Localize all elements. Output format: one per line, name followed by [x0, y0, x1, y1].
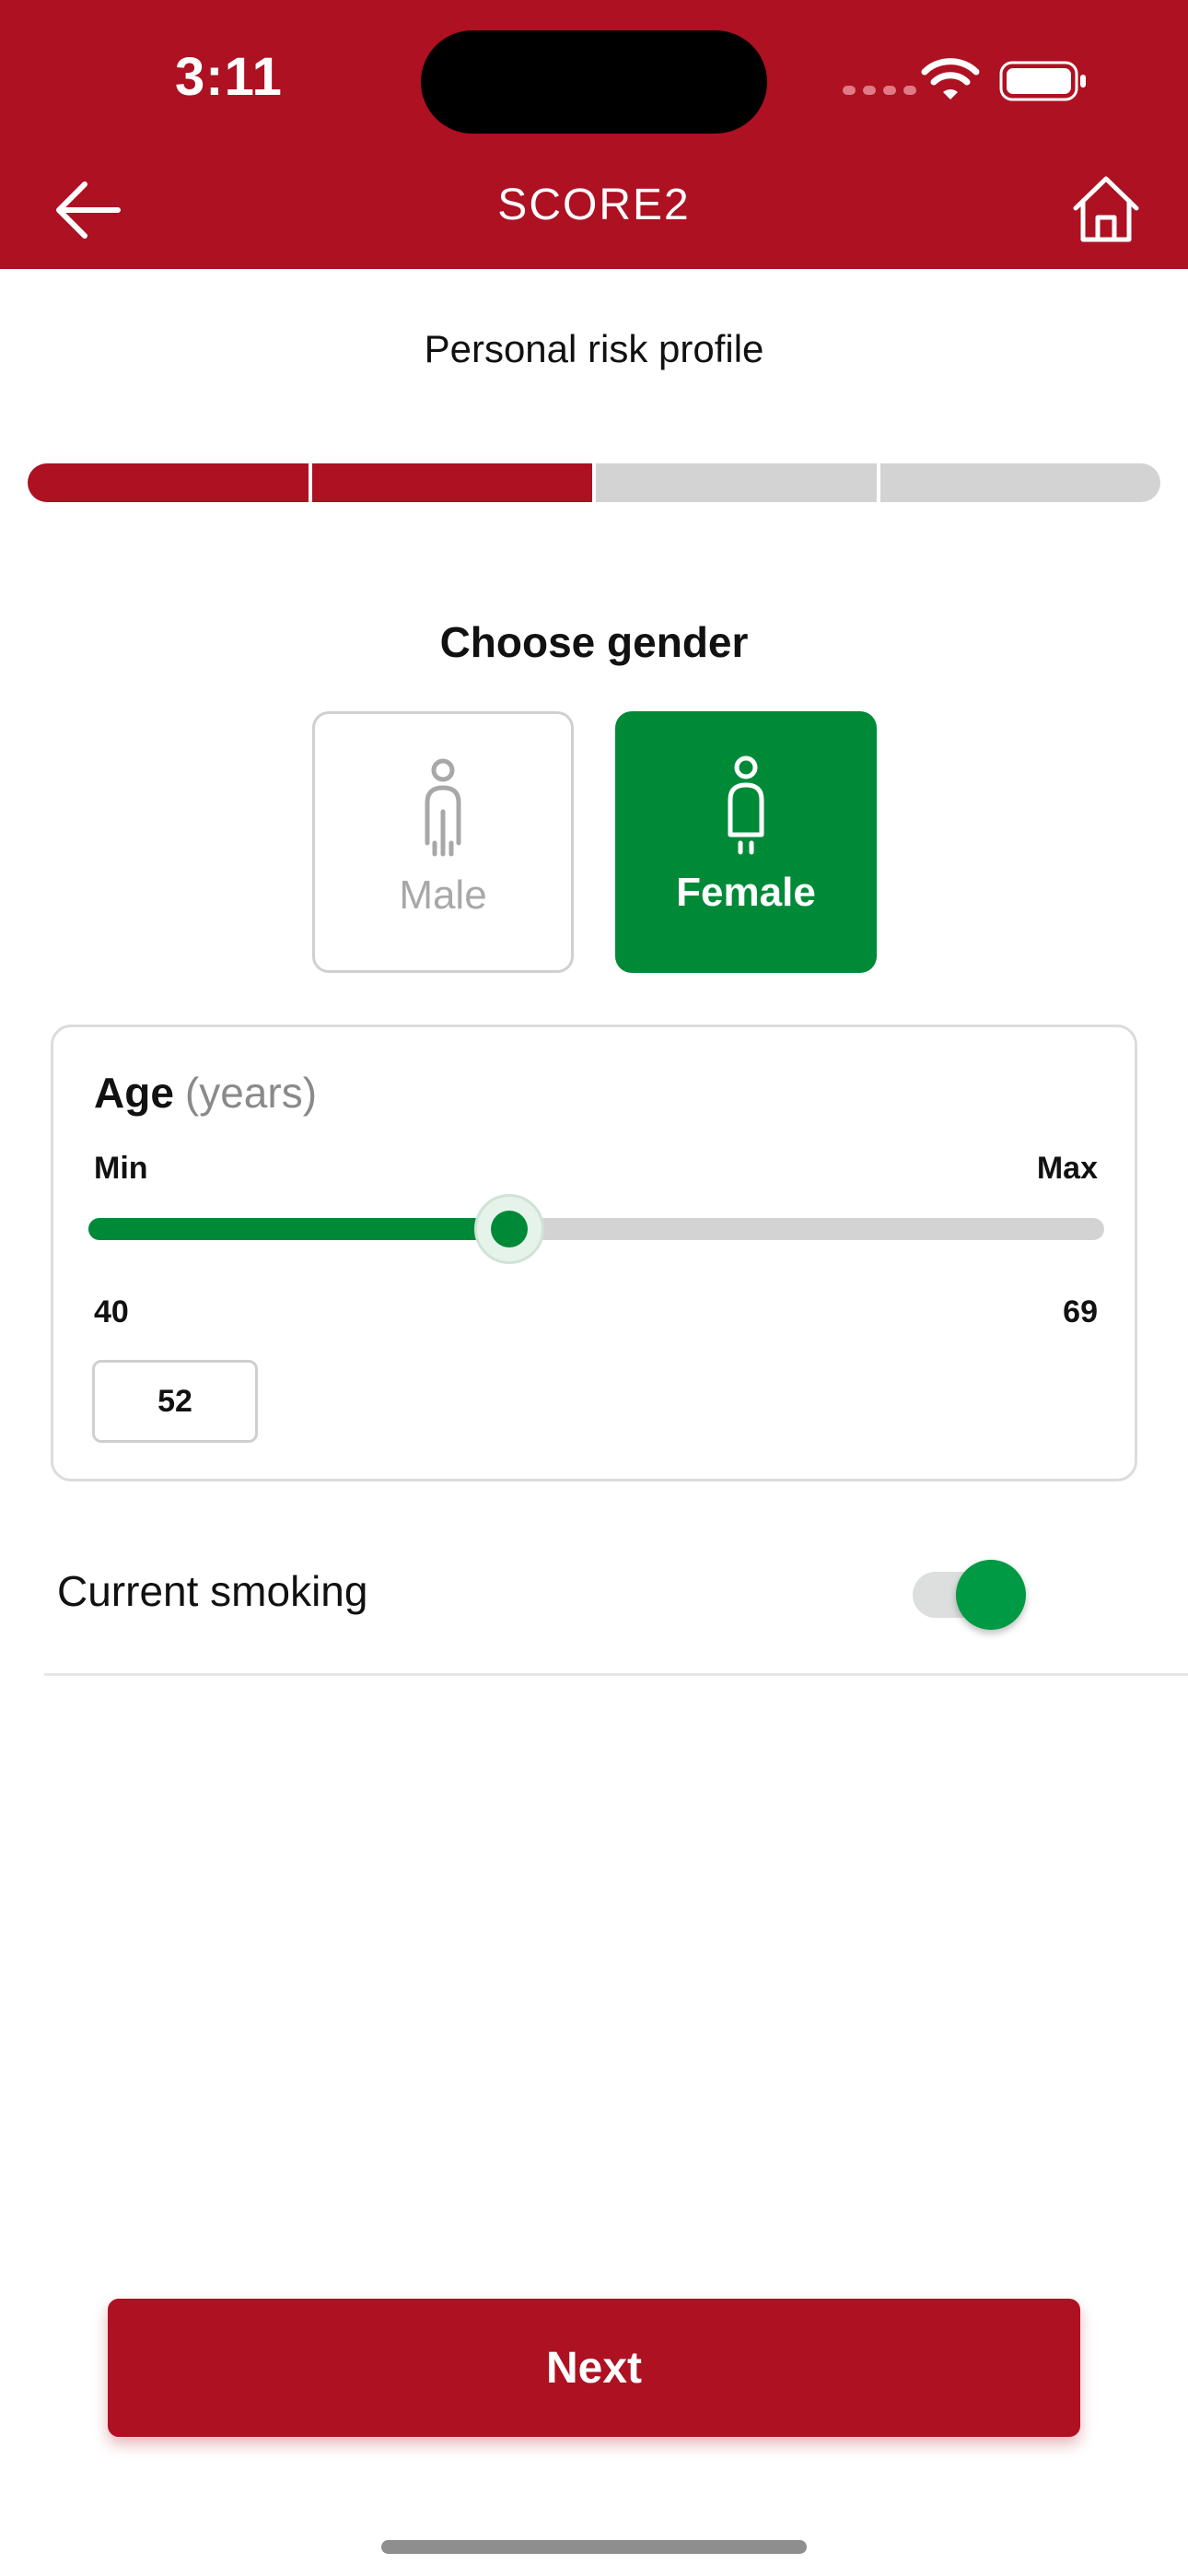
gender-male-button[interactable]: Male: [312, 711, 574, 973]
progress-segment-1: [28, 463, 309, 502]
status-time: 3:11: [175, 47, 283, 107]
female-icon: [728, 755, 764, 855]
progress-segment-2: [311, 463, 592, 502]
step-progress-bar: [28, 463, 1160, 502]
wifi-icon: [921, 58, 980, 100]
age-slider-fill: [88, 1218, 509, 1240]
age-max-label: Max: [1036, 1151, 1098, 1186]
age-min-value: 40: [94, 1294, 129, 1329]
smoking-label: Current smoking: [57, 1567, 368, 1615]
age-slider-thumb[interactable]: [473, 1194, 544, 1264]
age-title-text: Age: [94, 1069, 174, 1117]
age-slider-track[interactable]: [88, 1194, 1104, 1264]
toggle-knob: [956, 1560, 1026, 1630]
app-header: 3:11 SCORE2: [0, 0, 1188, 269]
gender-heading: Choose gender: [439, 618, 749, 666]
age-max-value: 69: [1063, 1294, 1098, 1329]
home-icon[interactable]: [1070, 173, 1142, 245]
page-title: SCORE2: [497, 181, 691, 229]
progress-segment-4: [879, 463, 1160, 502]
smoking-toggle[interactable]: [910, 1560, 1028, 1630]
battery-icon: [999, 61, 1086, 101]
home-indicator: [381, 2540, 807, 2554]
male-icon: [425, 758, 461, 857]
age-card: Age (years) Min Max 40 69: [51, 1025, 1137, 1481]
age-min-label: Min: [94, 1151, 148, 1186]
dynamic-island: [421, 30, 767, 134]
divider: [44, 1673, 1188, 1676]
age-unit: (years): [184, 1069, 318, 1117]
section-subtitle: Personal risk profile: [424, 327, 764, 370]
screen: 3:11 SCORE2 Personal risk profile Choose: [0, 0, 1188, 2576]
age-input[interactable]: [92, 1360, 258, 1443]
gender-female-label: Female: [676, 870, 816, 915]
cellular-signal-icon: [843, 86, 916, 95]
age-title: Age (years): [94, 1068, 317, 1118]
next-button[interactable]: Next: [108, 2299, 1080, 2437]
progress-segment-3: [596, 463, 877, 502]
gender-male-label: Male: [399, 872, 487, 918]
gender-female-button[interactable]: Female: [615, 711, 877, 973]
